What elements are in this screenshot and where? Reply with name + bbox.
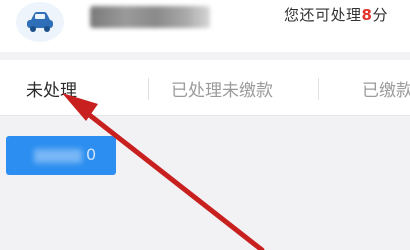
car-icon (27, 12, 53, 32)
tab-divider (318, 78, 319, 100)
status-tabs: 未处理 已处理未缴款 已缴款 (0, 60, 410, 116)
section-separator (0, 52, 410, 60)
tab-processed-unpaid[interactable]: 已处理未缴款 (171, 76, 273, 101)
remaining-points-text: 您还可处理8分 (284, 4, 388, 25)
remaining-count: 8 (361, 6, 373, 24)
vehicle-avatar[interactable] (16, 2, 64, 42)
tab-unprocessed[interactable]: 未处理 (26, 76, 77, 101)
license-plate-blurred (90, 6, 210, 28)
app-screen: 您还可处理8分 未处理 已处理未缴款 已缴款 0 (0, 0, 410, 250)
action-button-label-blurred (34, 149, 82, 163)
remaining-suffix: 分 (372, 6, 388, 24)
action-button-tail: 0 (86, 145, 97, 164)
content-area: 0 (0, 117, 410, 250)
tab-divider (148, 78, 149, 100)
tab-paid[interactable]: 已缴款 (362, 76, 410, 101)
remaining-prefix: 您还可处理 (284, 6, 362, 24)
vehicle-header: 您还可处理8分 (0, 0, 410, 52)
action-button[interactable]: 0 (6, 136, 116, 175)
